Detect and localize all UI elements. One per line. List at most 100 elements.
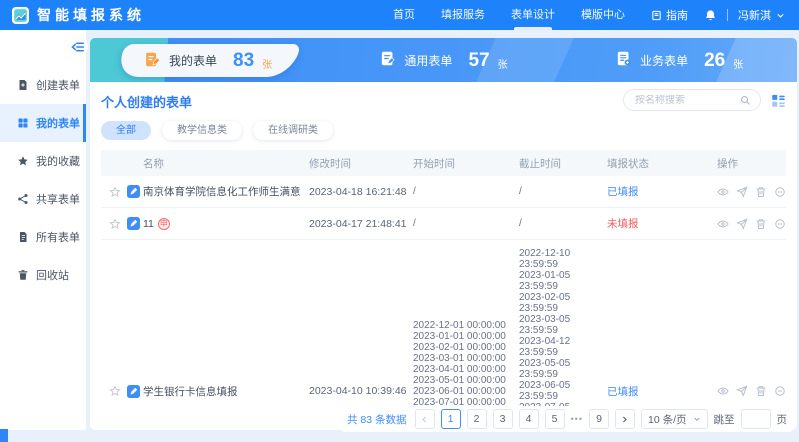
nav-item-2[interactable]: 填报服务 bbox=[441, 0, 485, 30]
table-header: 名称修改时间开始时间截止时间填报状态操作 bbox=[101, 150, 786, 176]
stat-unit: 张 bbox=[498, 56, 508, 71]
disable-icon[interactable] bbox=[774, 218, 786, 230]
tab-3[interactable]: 在线调研类 bbox=[253, 121, 333, 140]
sidebar-item-label: 共享表单 bbox=[36, 191, 80, 207]
page-size-select[interactable]: 10 条/页 bbox=[641, 409, 708, 429]
search-icon[interactable] bbox=[740, 95, 751, 106]
sidebar-item-2[interactable]: 我的表单 bbox=[0, 104, 86, 142]
jump-unit-label: 页 bbox=[777, 412, 788, 427]
pagination-bar: 共 83 条数据 12345•••9 10 条/页 跳至 页 bbox=[341, 406, 793, 432]
top-navbar: 智能填报系统 首页填报服务表单设计模版中心 指南 冯新淇 bbox=[0, 0, 799, 30]
table-row: 11申2023-04-17 21:48:41//未填报 bbox=[101, 208, 786, 240]
tab-2[interactable]: 教学信息类 bbox=[162, 121, 242, 140]
sidebar-item-1[interactable]: 创建表单 bbox=[0, 66, 86, 104]
sidebar-item-5[interactable]: 所有表单 bbox=[0, 218, 86, 256]
modified-time: 2023-04-18 16:21:48 bbox=[309, 186, 413, 198]
page-button-2[interactable]: 2 bbox=[467, 409, 487, 429]
divider bbox=[727, 9, 728, 21]
delete-icon[interactable] bbox=[755, 218, 767, 230]
column-header: 截止时间 bbox=[519, 156, 607, 171]
disable-icon[interactable] bbox=[774, 385, 786, 397]
sidebar-item-6[interactable]: 回收站 bbox=[0, 256, 86, 294]
nav-item-3[interactable]: 表单设计 bbox=[511, 0, 555, 30]
search-box bbox=[623, 89, 761, 111]
disable-icon[interactable] bbox=[774, 186, 786, 198]
column-header: 填报状态 bbox=[607, 156, 717, 171]
user-name: 冯新淇 bbox=[738, 7, 771, 23]
guide-label: 指南 bbox=[666, 7, 688, 23]
forms-table: 名称修改时间开始时间截止时间填报状态操作 南京体育学院信息化工作师生满意度...… bbox=[101, 150, 786, 430]
nav-menu: 首页填报服务表单设计模版中心 bbox=[393, 0, 625, 30]
table-row: 学生银行卡信息填报2023-04-10 10:39:462022-12-01 0… bbox=[101, 240, 786, 430]
form-name[interactable]: 南京体育学院信息化工作师生满意度... bbox=[143, 184, 309, 199]
tab-1[interactable]: 全部 bbox=[101, 121, 151, 140]
sidebar-collapse-button[interactable] bbox=[67, 36, 88, 57]
stat-label: 业务表单 bbox=[640, 52, 688, 69]
stat-general-forms[interactable]: 通用表单 57 张 bbox=[326, 38, 562, 82]
page-button-9[interactable]: 9 bbox=[589, 409, 609, 429]
page-button-3[interactable]: 3 bbox=[493, 409, 513, 429]
modified-time: 2023-04-10 10:39:46 bbox=[309, 385, 413, 397]
stat-count: 57 bbox=[468, 51, 489, 70]
stats-banner: 我的表单 83 张 通用表单 57 张 业务表单 26 bbox=[90, 38, 797, 82]
star-icon[interactable] bbox=[109, 385, 121, 397]
send-icon[interactable] bbox=[736, 385, 748, 397]
view-icon[interactable] bbox=[717, 385, 729, 397]
send-icon[interactable] bbox=[736, 186, 748, 198]
stat-count: 26 bbox=[704, 51, 725, 70]
star-icon[interactable] bbox=[109, 186, 121, 198]
user-menu[interactable]: 冯新淇 bbox=[738, 7, 785, 23]
page-button-4[interactable]: 4 bbox=[519, 409, 539, 429]
main-content: 我的表单 83 张 通用表单 57 张 业务表单 26 bbox=[86, 30, 799, 442]
column-header: 操作 bbox=[717, 156, 786, 171]
app-logo-icon bbox=[12, 7, 29, 24]
search-input[interactable] bbox=[635, 95, 740, 106]
column-header: 开始时间 bbox=[413, 156, 519, 171]
delete-icon[interactable] bbox=[755, 186, 767, 198]
sidebar-item-3[interactable]: 我的收藏 bbox=[0, 142, 86, 180]
chevron-left-icon bbox=[420, 415, 429, 424]
stat-label: 通用表单 bbox=[404, 52, 452, 69]
sidebar-item-label: 我的收藏 bbox=[36, 153, 80, 169]
nav-item-1[interactable]: 首页 bbox=[393, 0, 415, 30]
navbar-right: 首页填报服务表单设计模版中心 指南 冯新淇 bbox=[393, 0, 785, 30]
stat-my-forms[interactable]: 我的表单 83 张 bbox=[90, 38, 326, 82]
send-icon[interactable] bbox=[736, 218, 748, 230]
form-name[interactable]: 学生银行卡信息填报 bbox=[143, 384, 309, 399]
start-times: / bbox=[413, 186, 519, 197]
chevron-down-icon bbox=[776, 11, 785, 20]
star-icon[interactable] bbox=[109, 218, 121, 230]
jump-page-input[interactable] bbox=[741, 409, 771, 429]
chevron-right-icon bbox=[620, 415, 629, 424]
favorites-icon bbox=[17, 155, 29, 167]
sidebar-item-4[interactable]: 共享表单 bbox=[0, 180, 86, 218]
notification-bell-icon[interactable] bbox=[704, 9, 717, 22]
sidebar-item-label: 我的表单 bbox=[36, 115, 80, 131]
sidebar-item-label: 创建表单 bbox=[36, 77, 80, 93]
page-button-1[interactable]: 1 bbox=[441, 409, 461, 429]
page-button-5[interactable]: 5 bbox=[545, 409, 565, 429]
total-count: 共 83 条数据 bbox=[347, 412, 407, 427]
nav-item-4[interactable]: 模版中心 bbox=[581, 0, 625, 30]
recycle-bin-icon bbox=[17, 269, 29, 281]
view-icon[interactable] bbox=[717, 186, 729, 198]
end-times: / bbox=[519, 218, 607, 229]
next-page-button[interactable] bbox=[615, 409, 635, 429]
guide-link[interactable]: 指南 bbox=[651, 7, 688, 23]
sidebar-item-label: 所有表单 bbox=[36, 229, 80, 245]
form-name[interactable]: 11申 bbox=[143, 218, 309, 230]
end-times: 2022-12-10 23:59:592023-01-05 23:59:5920… bbox=[519, 248, 607, 430]
page-size-value: 10 条/页 bbox=[648, 412, 687, 427]
delete-icon[interactable] bbox=[755, 385, 767, 397]
prev-page-button[interactable] bbox=[415, 409, 435, 429]
column-header: 修改时间 bbox=[309, 156, 413, 171]
status-badge: 已填报 bbox=[607, 186, 639, 198]
stat-business-forms[interactable]: 业务表单 26 张 bbox=[561, 38, 797, 82]
more-pages-icon[interactable]: ••• bbox=[571, 414, 583, 424]
table-row: 南京体育学院信息化工作师生满意度...2023-04-18 16:21:48//… bbox=[101, 176, 786, 208]
view-icon[interactable] bbox=[717, 218, 729, 230]
stat-label: 我的表单 bbox=[169, 52, 217, 69]
view-toggle-icon[interactable] bbox=[771, 93, 786, 108]
form-icon bbox=[127, 217, 140, 230]
stat-unit: 张 bbox=[733, 56, 743, 71]
